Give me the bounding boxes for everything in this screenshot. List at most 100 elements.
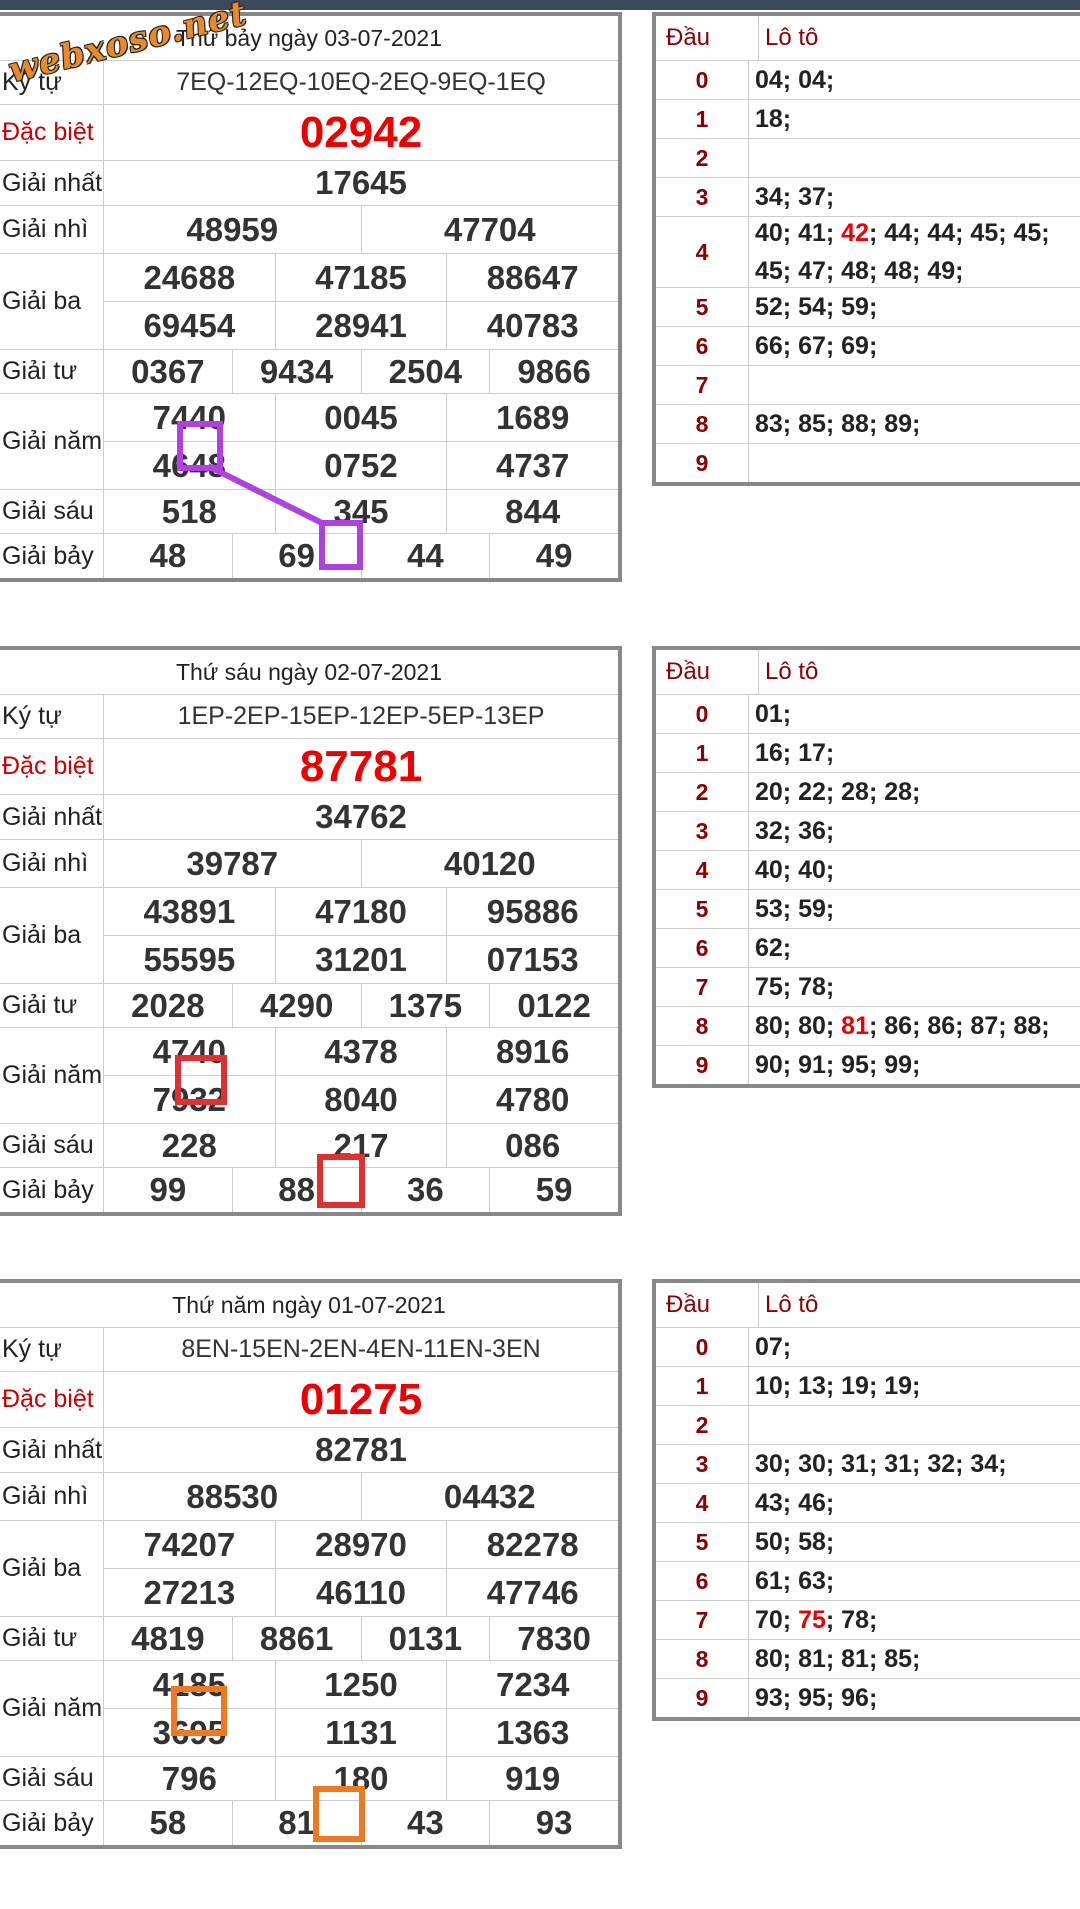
row-label-giai-nam: Giải năm [0,1028,104,1123]
prize-number: 345 [276,490,448,533]
loto-head-dau: Đầu [656,650,759,694]
special-prize-number: 01275 [299,1374,423,1424]
prize-number: 47180 [276,888,448,935]
loto-values: 01; [755,700,792,728]
prize-number: 81 [233,1801,362,1845]
row-label-dac-biet: Đặc biệt [0,105,104,160]
prize-number: 69454 [104,302,276,349]
loto-values: 32; 36; [755,817,835,845]
loto-head-digit: 1 [656,100,749,138]
row-label-giai-nam: Giải năm [0,394,104,489]
loto-head-digit: 3 [656,1445,749,1483]
loto-table: Đầu Lô tô 0 04; 04; 1 18; 2 3 34; 37; 4 40; 41; 42… [652,12,1080,486]
first-prize-number: 34762 [315,798,407,835]
row-label-giai-sau: Giải sáu [0,1124,104,1167]
loto-values: 66; 67; 69; [755,332,878,360]
prize-number: 88647 [486,258,579,296]
prize-number: 48959 [104,206,362,253]
prize-number: 95886 [486,892,579,930]
loto-head-dau: Đầu [656,1283,759,1327]
prize-number: 88 [233,1168,362,1212]
status-bar [0,0,1080,10]
prize-number: 2504 [362,350,491,393]
row-label-giai-sau: Giải sáu [0,1757,104,1800]
prize-number: 39787 [104,840,362,887]
prize-number: 217 [276,1124,448,1167]
prize-number: 8861 [233,1617,362,1660]
prize-number: 8916 [495,1032,570,1070]
result-table: Thứ năm ngày 01-07-2021 Ký tự 8EN-15EN-2EN… [0,1279,622,1849]
prize-number: 44 [362,534,491,578]
prize-number: 4185 [104,1661,276,1708]
first-prize-number: 17645 [315,164,407,201]
row-label-giai-nhat: Giải nhất [0,161,104,205]
prize-number: 04432 [443,1477,536,1515]
loto-values-part: 80; 80; [755,1012,842,1040]
prize-number: 59 [535,1171,573,1208]
row-label-giai-bay: Giải bảy [0,1801,104,1845]
prize-number: 74207 [104,1521,276,1568]
row-label-giai-bay: Giải bảy [0,534,104,578]
loto-special-value: 42 [841,219,869,247]
loto-head-digit: 4 [656,217,749,287]
prize-number: 47185 [276,254,448,301]
prize-number: 7830 [517,1619,591,1657]
row-label-giai-nhat: Giải nhất [0,1428,104,1472]
prize-number: 82278 [486,1525,579,1563]
row-label-giai-bay: Giải bảy [0,1168,104,1212]
loto-values: 50; 58; [755,1528,835,1556]
loto-values: 18; [755,105,792,133]
loto-values: 80; 81; 81; 85; [755,1645,921,1673]
prize-number: 4378 [276,1028,448,1075]
loto-values: 40; 40; [755,856,835,884]
row-label-giai-ba: Giải ba [0,1521,104,1616]
prize-number: 518 [104,490,276,533]
prize-number: 086 [505,1126,561,1164]
ky-tu-code: 7EQ-12EQ-10EQ-2EQ-9EQ-1EQ [176,68,546,96]
loto-values-part: ; 86; 86; 87; 88; [868,1012,1050,1040]
first-prize-number: 82781 [315,1431,407,1468]
loto-head-loto: Lô tô [765,658,819,685]
loto-head-digit: 6 [656,1562,749,1600]
prize-number: 4780 [495,1080,570,1118]
loto-values: 10; 13; 19; 19; [755,1372,921,1400]
loto-values: 62; [755,934,792,962]
loto-values: 90; 91; 95; 99; [755,1051,921,1079]
prize-number: 07153 [486,940,579,978]
loto-head-digit: 0 [656,1328,749,1366]
prize-number: 4740 [104,1028,276,1075]
row-label-dac-biet: Đặc biệt [0,1372,104,1427]
prize-number: 7234 [495,1665,570,1703]
prize-number: 27213 [104,1569,276,1616]
loto-values: 83; 85; 88; 89; [755,410,921,438]
prize-number: 1375 [362,984,491,1027]
loto-head-digit: 3 [656,178,749,216]
prize-number: 43 [362,1801,491,1845]
prize-number: 93 [535,1804,573,1841]
prize-number: 48 [104,534,233,578]
prize-number: 4737 [495,446,570,484]
loto-values: 07; [755,1333,792,1361]
prize-number: 40783 [486,306,579,344]
loto-values: 70; 75; 78; [749,1601,1080,1639]
special-prize-number: 87781 [299,741,423,791]
loto-values: 43; 46; [755,1489,835,1517]
loto-values: 04; 04; [755,66,835,94]
prize-number: 1250 [276,1661,448,1708]
row-label-giai-nhat: Giải nhất [0,795,104,839]
loto-table: Đầu Lô tô 0 07; 1 10; 13; 19; 19; 2 3 30; 30; 31… [652,1279,1080,1721]
prize-number: 43891 [104,888,276,935]
loto-head-digit: 9 [656,1679,749,1717]
loto-values: 75; 78; [755,973,835,1001]
prize-number: 47704 [443,210,536,248]
loto-values [749,366,1080,404]
result-date-title: Thứ năm ngày 01-07-2021 [0,1283,618,1328]
prize-number: 844 [505,492,561,530]
prize-number: 4648 [104,442,276,489]
prize-number: 0122 [517,986,591,1024]
loto-head-loto: Lô tô [765,1291,819,1318]
prize-number: 55595 [104,936,276,983]
loto-values: 93; 95; 96; [755,1684,878,1712]
loto-head-digit: 6 [656,929,749,967]
row-label-giai-sau: Giải sáu [0,490,104,533]
